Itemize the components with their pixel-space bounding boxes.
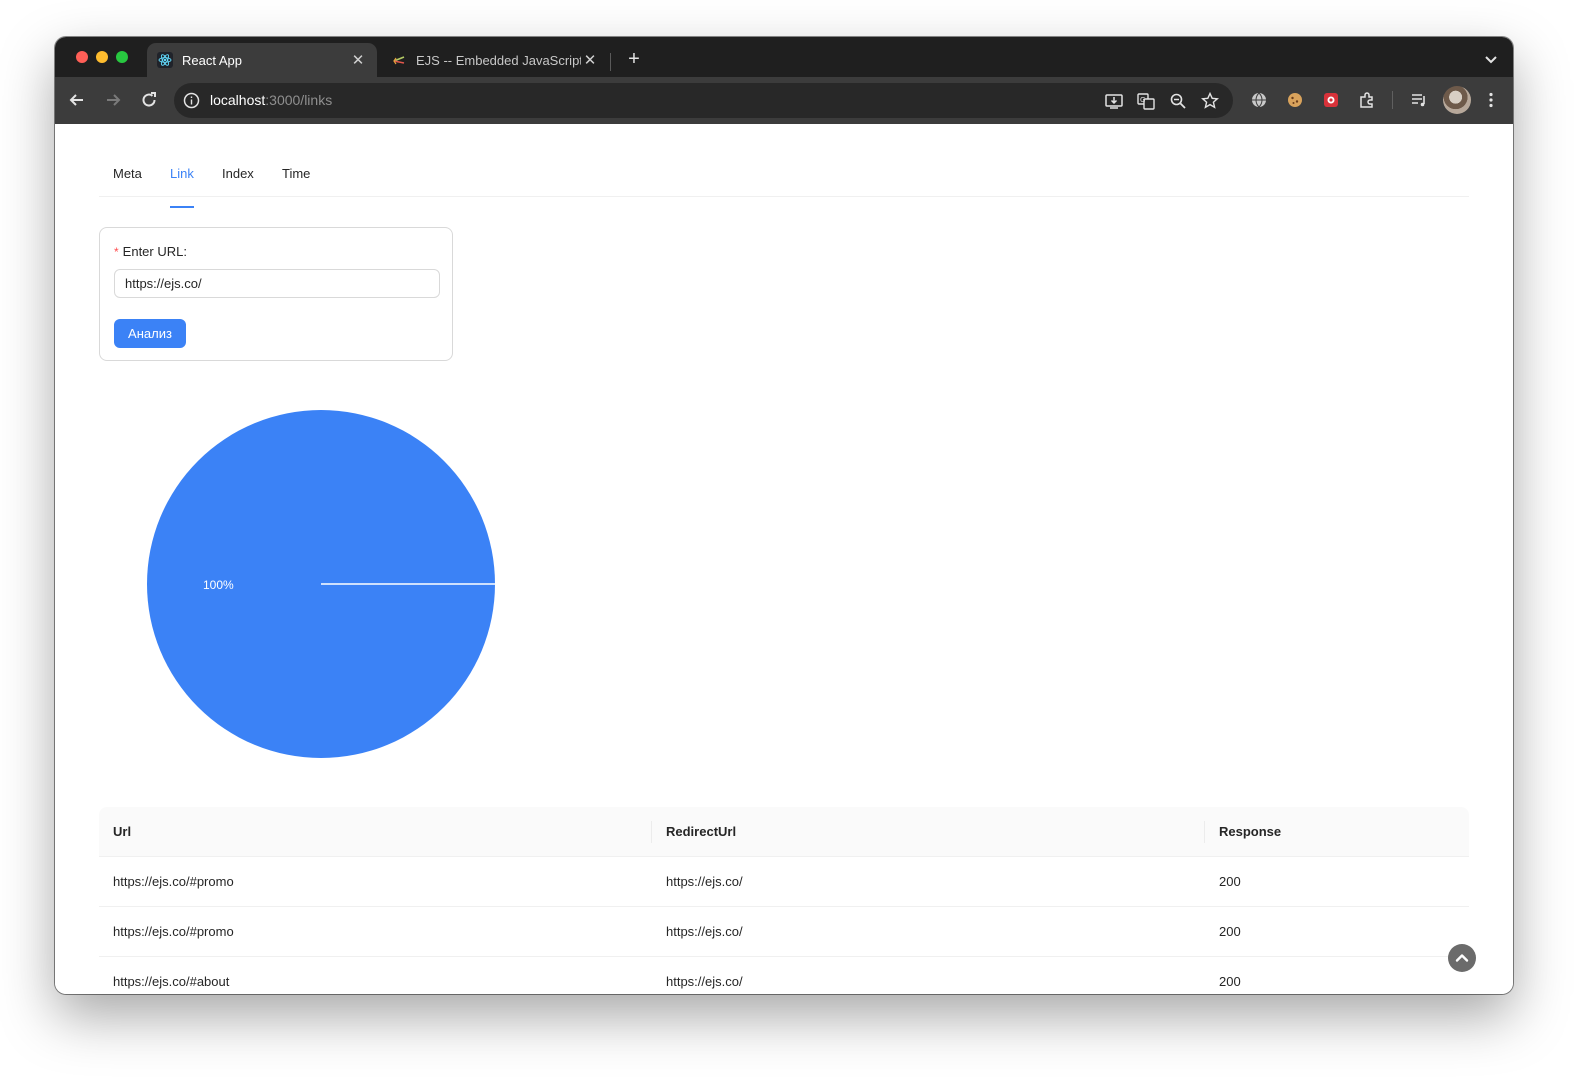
column-divider — [1204, 821, 1205, 843]
translate-icon[interactable]: G — [1136, 91, 1156, 111]
toolbar-separator — [1392, 91, 1393, 109]
tab-meta[interactable]: Meta — [113, 167, 142, 196]
site-info-icon[interactable] — [183, 92, 200, 109]
url-path: :3000/links — [265, 92, 333, 108]
table-header: Url RedirectUrl Response — [99, 807, 1469, 857]
profile-avatar[interactable] — [1443, 86, 1471, 114]
cell-response: 200 — [1219, 924, 1241, 939]
cell-redirecturl: https://ejs.co/ — [666, 974, 743, 989]
browser-window: React App ✕ EJS -- Embedded JavaScript ✕… — [55, 37, 1513, 994]
tab-title: EJS -- Embedded JavaScript — [416, 52, 581, 68]
bookmark-star-icon[interactable] — [1200, 91, 1220, 111]
tab-strip: React App ✕ EJS -- Embedded JavaScript ✕… — [55, 37, 1513, 77]
tab-index[interactable]: Index — [222, 167, 254, 196]
svg-text:G: G — [1140, 96, 1145, 104]
browser-tab-react-app[interactable]: React App ✕ — [147, 43, 377, 77]
table-row: https://ejs.co/#about https://ejs.co/ 20… — [99, 957, 1469, 994]
pie-chart: 100% — [147, 410, 495, 758]
back-to-top-button[interactable] — [1448, 944, 1476, 972]
cell-response: 200 — [1219, 874, 1241, 889]
page-tabs: Meta Link Index Time — [99, 167, 1469, 208]
table-row: https://ejs.co/#promo https://ejs.co/ 20… — [99, 857, 1469, 907]
cell-url: https://ejs.co/#promo — [113, 924, 234, 939]
extensions-puzzle-icon[interactable] — [1357, 90, 1377, 110]
cookie-extension-icon[interactable] — [1285, 90, 1305, 110]
page-content: Meta Link Index Time *Enter URL: Анализ … — [55, 124, 1513, 994]
tab-title: React App — [182, 52, 242, 68]
cell-redirecturl: https://ejs.co/ — [666, 874, 743, 889]
back-icon[interactable] — [66, 89, 88, 111]
url-form-card: *Enter URL: Анализ — [99, 227, 453, 361]
browser-tab-ejs[interactable]: EJS -- Embedded JavaScript ✕ — [381, 43, 609, 77]
close-tab-icon[interactable]: ✕ — [349, 51, 367, 69]
column-header-redirecturl: RedirectUrl — [666, 824, 737, 839]
media-control-icon[interactable] — [1409, 90, 1429, 110]
tab-link[interactable]: Link — [170, 167, 194, 196]
cell-response: 200 — [1219, 974, 1241, 989]
cell-url: https://ejs.co/#promo — [113, 874, 234, 889]
url-text: localhost:3000/links — [210, 92, 332, 108]
window-controls — [76, 51, 128, 63]
close-tab-icon[interactable]: ✕ — [581, 51, 599, 69]
tab-separator — [610, 53, 611, 71]
more-menu-icon[interactable] — [1481, 90, 1501, 110]
minimize-window-button[interactable] — [96, 51, 108, 63]
column-header-url: Url — [113, 824, 132, 839]
column-divider — [651, 821, 652, 843]
zoom-window-button[interactable] — [116, 51, 128, 63]
analyze-button[interactable]: Анализ — [114, 319, 186, 348]
forward-icon[interactable] — [102, 89, 124, 111]
links-table: Url RedirectUrl Response https://ejs.co/… — [99, 807, 1469, 994]
required-mark: * — [114, 245, 119, 259]
pie-slice-label: 100% — [203, 578, 234, 592]
url-input[interactable] — [114, 269, 440, 298]
globe-extension-icon[interactable] — [1249, 90, 1269, 110]
red-extension-icon[interactable] — [1321, 90, 1341, 110]
chevron-up-icon — [1455, 954, 1469, 962]
ejs-logo-icon — [391, 52, 407, 68]
url-label-text: Enter URL: — [122, 244, 187, 259]
close-window-button[interactable] — [76, 51, 88, 63]
url-label: * Enter URL: — [114, 244, 187, 259]
tab-time[interactable]: Time — [282, 167, 310, 196]
reload-icon[interactable] — [138, 89, 160, 111]
install-app-icon[interactable] — [1104, 91, 1124, 111]
zoom-icon[interactable] — [1168, 91, 1188, 111]
url-host: localhost — [210, 92, 266, 108]
browser-toolbar: localhost:3000/links G — [55, 77, 1513, 124]
column-header-response: Response — [1219, 824, 1282, 839]
active-tab-indicator — [170, 206, 194, 208]
react-icon — [157, 52, 173, 68]
address-bar[interactable]: localhost:3000/links G — [174, 83, 1233, 118]
cell-redirecturl: https://ejs.co/ — [666, 924, 743, 939]
chevron-down-icon[interactable] — [1479, 47, 1503, 71]
table-row: https://ejs.co/#promo https://ejs.co/ 20… — [99, 907, 1469, 957]
cell-url: https://ejs.co/#about — [113, 974, 230, 989]
new-tab-icon[interactable]: + — [621, 47, 647, 73]
